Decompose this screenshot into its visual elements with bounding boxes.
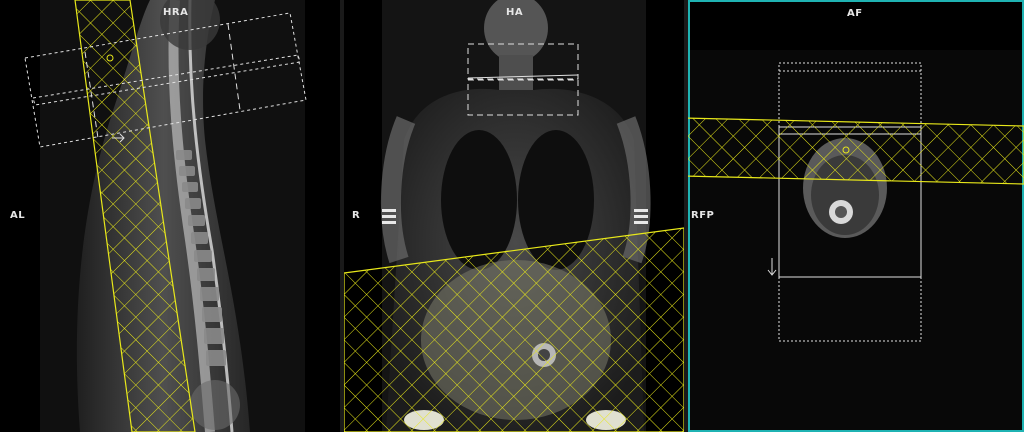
orientation-top-label: HRA <box>163 7 189 18</box>
axial-viewport[interactable]: AF RFP <box>688 0 1024 432</box>
sagittal-image <box>24 0 307 432</box>
hamburger-icon[interactable] <box>382 209 396 225</box>
sagittal-viewport[interactable]: HRA AL <box>0 0 340 432</box>
orientation-left-label: AL <box>10 210 26 221</box>
coronal-viewport[interactable]: HA R <box>344 0 684 432</box>
orientation-left-label: RFP <box>691 210 715 221</box>
orientation-left-label: R <box>352 210 361 221</box>
orientation-top-label: HA <box>506 7 524 18</box>
axial-image <box>688 50 1024 430</box>
hamburger-icon[interactable] <box>634 209 648 225</box>
orientation-top-label: AF <box>847 8 863 19</box>
